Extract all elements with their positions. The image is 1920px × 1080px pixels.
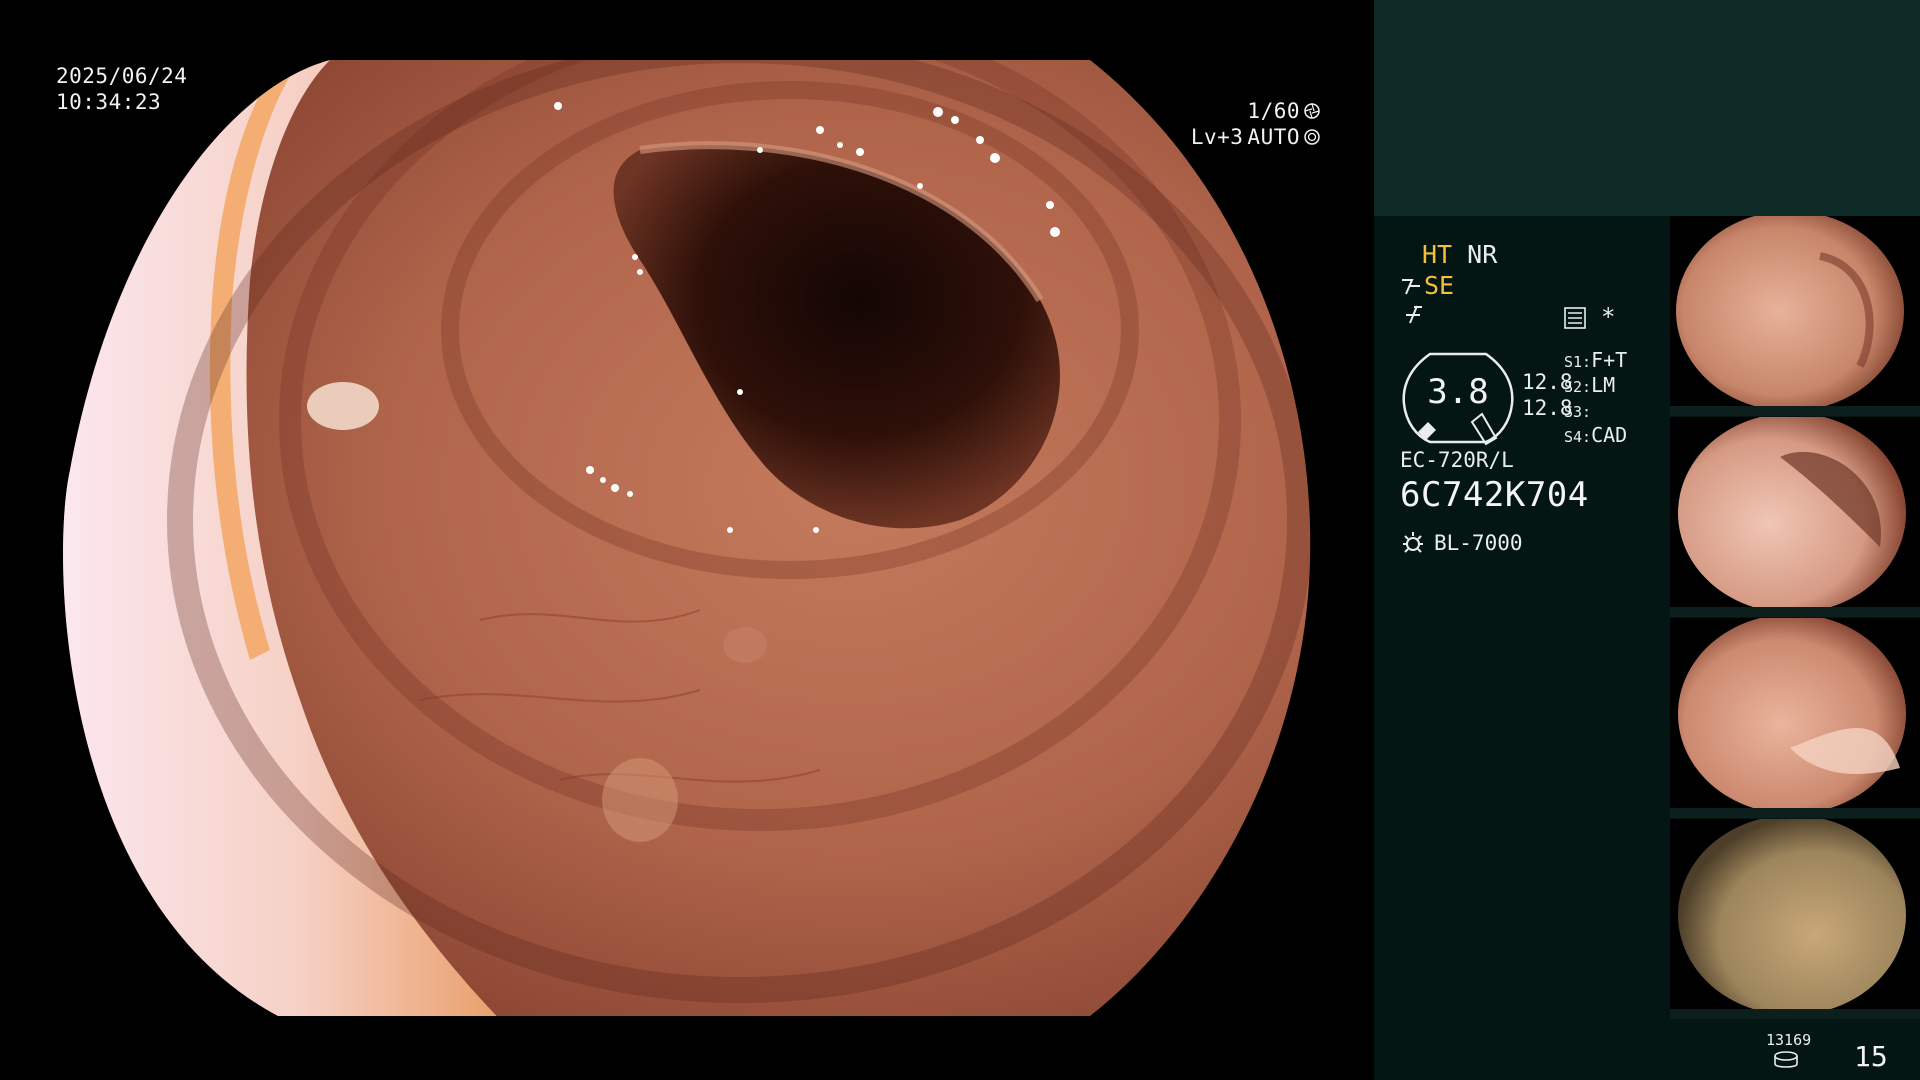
switch-s1: S1:F+T [1564,348,1628,372]
light-source-row: BL-7000 [1400,530,1523,556]
mode-nr: NR [1467,240,1498,269]
time-text: 10:34:23 [56,90,162,114]
iris-icon [1304,129,1320,145]
switch-s2: S2:LM [1564,373,1616,397]
structure-enhance-icon [1402,279,1420,295]
brightness-level-text: Lv+3 [1190,125,1244,149]
switch-s4: S4:CAD [1564,423,1628,447]
thumbnail-image [1670,618,1920,818]
capture-thumbnail[interactable] [1670,417,1920,617]
capture-thumbnail[interactable] [1670,618,1920,818]
mode-row-ht-nr: HT NR [1422,240,1497,270]
thumbnail-image [1670,417,1920,617]
panel-header-area [1374,0,1920,216]
sun-icon [1403,532,1423,553]
mode-ht: HT [1422,240,1453,269]
mode-row-se: SE [1400,271,1454,301]
image-count: 13169 [1766,1031,1812,1049]
database-icon [1774,1051,1798,1068]
scope-model: EC-720R/L [1400,448,1514,472]
scope-switch-list: S1:F+T S2:LM S3: S4:CAD [1564,306,1664,456]
switch-s3: S3: [1564,403,1592,421]
shutter-speed-text: 1/60 [1247,99,1300,123]
shutter-icon [1304,103,1320,119]
thumbnail-image [1670,216,1920,416]
endoscopy-live-image [63,60,1311,1016]
capture-thumbnail[interactable] [1670,216,1920,416]
exposure-overlay: 1/60 Lv+3 AUTO [1191,98,1320,150]
date-time-overlay: 2025/06/24 10:34:23 [56,63,187,115]
iris-mode-text: AUTO [1247,125,1300,149]
date-text: 2025/06/24 [56,64,188,88]
frequency-icon [1406,305,1422,324]
mode-row-f [1402,302,1424,332]
scope-serial: 6C742K704 [1400,475,1589,515]
capture-thumbnail[interactable] [1670,819,1920,1019]
mode-se: SE [1424,271,1455,300]
light-source-text: BL-7000 [1434,531,1523,555]
page-number: 15 [1854,1040,1888,1073]
thumbnail-image [1670,819,1920,1019]
zoom-value: 3.8 [1427,372,1489,412]
endoscope-viewport: 2025/06/24 10:34:23 1/60 Lv+3 AUTO [0,0,1372,1080]
